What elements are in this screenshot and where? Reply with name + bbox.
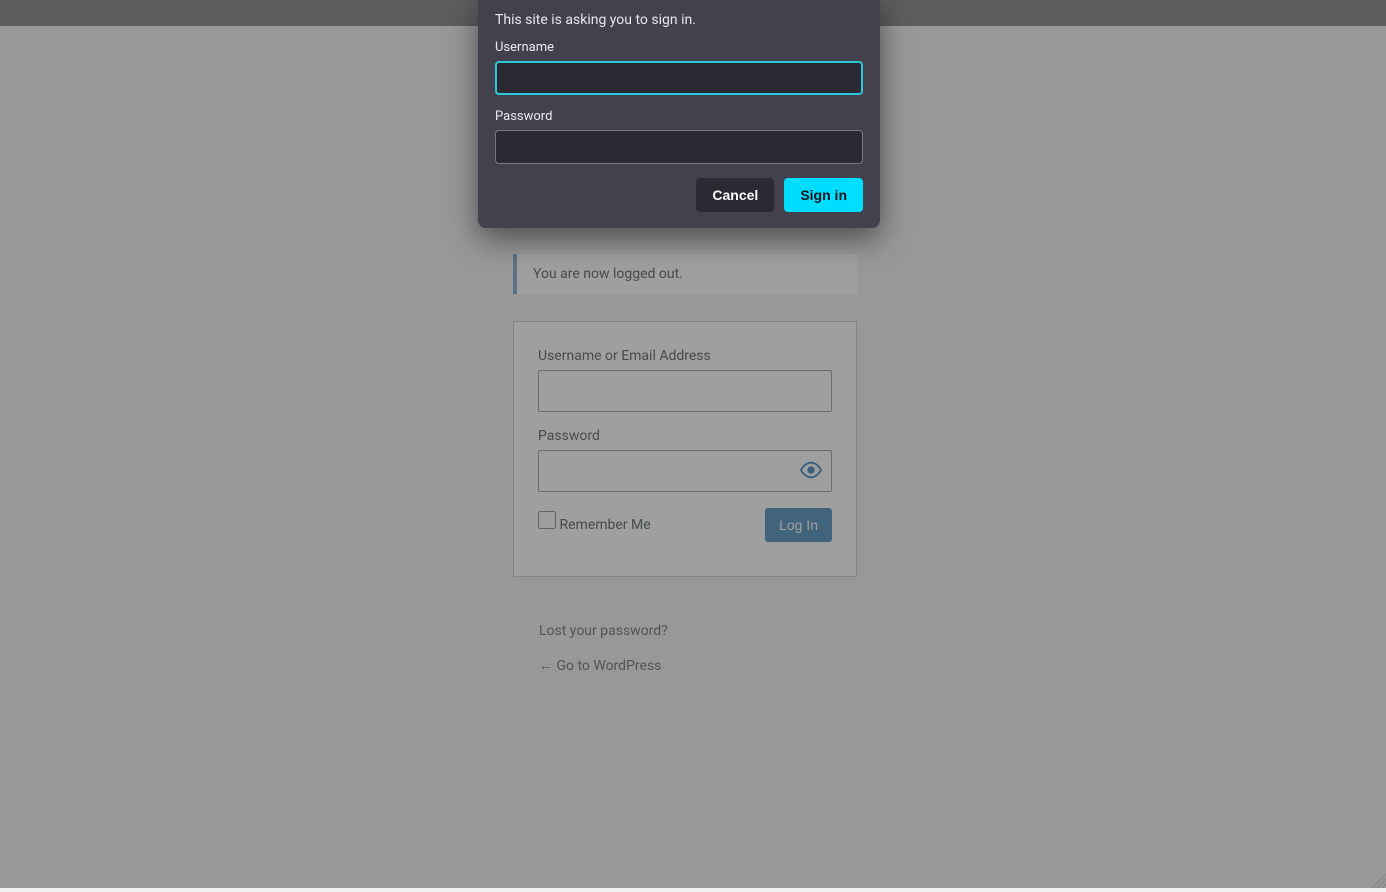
auth-password-label: Password — [495, 109, 863, 124]
auth-username-input[interactable] — [495, 61, 863, 95]
auth-password-input[interactable] — [495, 130, 863, 164]
auth-password-block: Password — [495, 109, 863, 164]
auth-username-block: Username — [495, 40, 863, 95]
auth-prompt-text: This site is asking you to sign in. — [495, 12, 863, 28]
cancel-button[interactable]: Cancel — [696, 178, 774, 212]
sign-in-button[interactable]: Sign in — [784, 178, 863, 212]
basic-auth-dialog: This site is asking you to sign in. User… — [478, 0, 880, 228]
resize-handle-icon[interactable] — [1368, 870, 1386, 888]
auth-username-label: Username — [495, 40, 863, 55]
auth-button-row: Cancel Sign in — [495, 178, 863, 212]
